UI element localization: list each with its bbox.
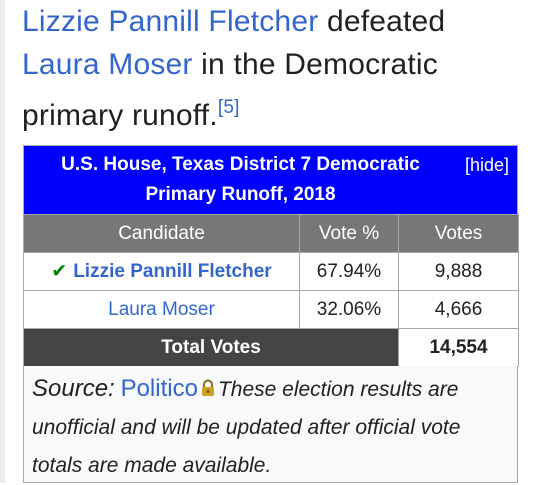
source-label: Source: (32, 375, 115, 402)
lock-icon (201, 379, 214, 396)
table-header-row: Candidate Vote % Votes (23, 214, 519, 253)
header-vote-percent: Vote % (299, 214, 399, 253)
candidate-link[interactable]: Lizzie Pannill Fletcher (73, 261, 272, 282)
candidate-cell: ✔ Lizzie Pannill Fletcher (23, 252, 300, 291)
votes-cell: 9,888 (398, 252, 519, 291)
results-table: Candidate Vote % Votes ✔ Lizzie Pannill F… (23, 214, 519, 367)
results-title: U.S. House, Texas District 7 Democratic … (61, 154, 420, 205)
source-link[interactable]: Politico (121, 375, 198, 402)
votes-cell: 4,666 (398, 290, 519, 329)
intro-verb: defeated (318, 5, 446, 38)
total-row: Total Votes 14,554 (23, 328, 519, 367)
source-note: Source: Politico These election results a… (23, 366, 518, 483)
winner-link[interactable]: Lizzie Pannill Fletcher (22, 5, 318, 38)
total-votes: 14,554 (398, 328, 519, 367)
header-votes: Votes (398, 214, 519, 253)
hide-toggle[interactable]: [hide] (465, 150, 509, 180)
total-label: Total Votes (23, 328, 399, 367)
results-caption: U.S. House, Texas District 7 Democratic … (23, 145, 518, 214)
loser-link[interactable]: Laura Moser (22, 48, 193, 81)
vote-percent-cell: 67.94% (299, 252, 399, 291)
candidate-link[interactable]: Laura Moser (108, 299, 215, 320)
table-row: ✔ Lizzie Pannill Fletcher 67.94% 9,888 (23, 252, 519, 291)
table-row: Laura Moser 32.06% 4,666 (23, 290, 519, 329)
election-results-box: U.S. House, Texas District 7 Democratic … (23, 145, 519, 367)
checkmark-icon: ✔ (51, 261, 68, 282)
left-margin-rule (0, 0, 5, 483)
candidate-cell: Laura Moser (23, 290, 300, 329)
intro-paragraph: Lizzie Pannill Fletcher defeated Laura M… (22, 0, 522, 137)
reference-link[interactable]: [5] (218, 97, 240, 118)
vote-percent-cell: 32.06% (299, 290, 399, 329)
header-candidate: Candidate (23, 214, 300, 253)
